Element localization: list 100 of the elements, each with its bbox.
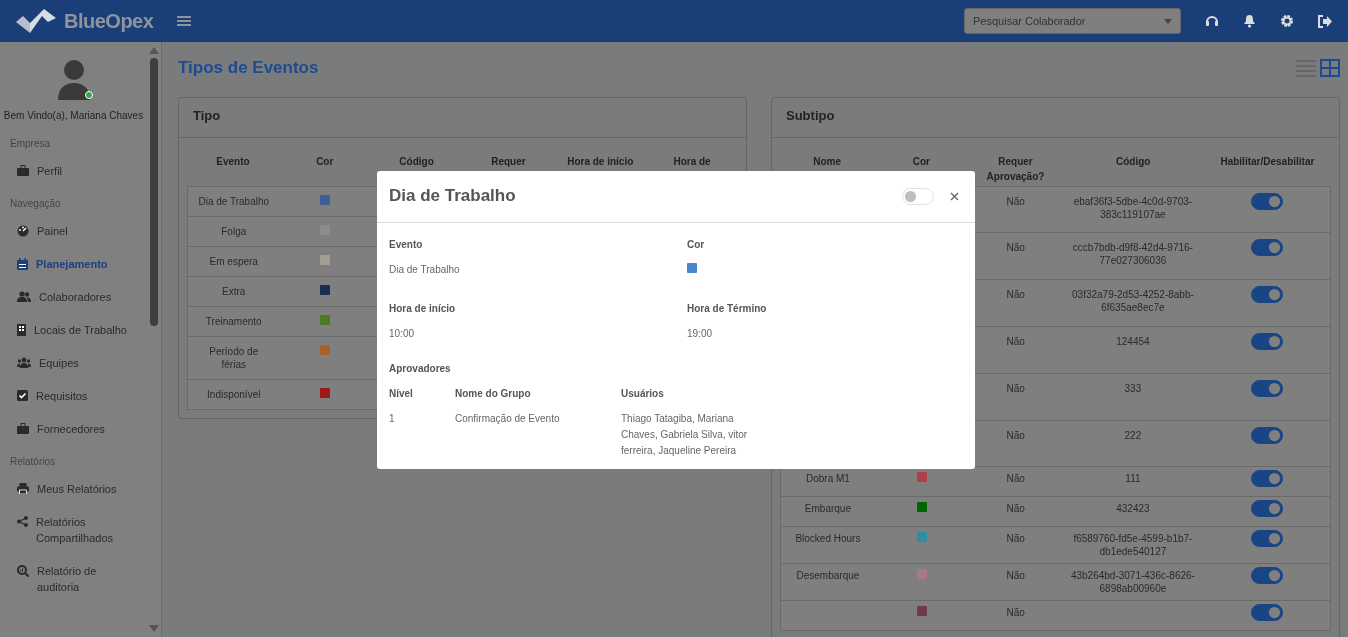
- nav-item[interactable]: Perfil: [0, 163, 147, 179]
- table-cell-text: ebaf36f3-5dbe-4c0d-9703-383c119107ae: [1072, 195, 1194, 221]
- scroll-down-icon[interactable]: [149, 625, 159, 633]
- column-header: Cor: [912, 155, 930, 169]
- table-cell: Treinamento: [205, 315, 262, 328]
- page-title: Tipos de Eventos: [178, 57, 319, 79]
- menu-icon[interactable]: [177, 15, 192, 27]
- table-cell: Dobra M1: [805, 473, 850, 484]
- card-title: Subtipo: [772, 98, 1339, 138]
- toggle-switch[interactable]: [1250, 427, 1283, 444]
- scroll-up-icon[interactable]: [149, 46, 159, 54]
- table-cell: Folga: [221, 225, 247, 238]
- column-header: Requer Aprovação?: [985, 155, 1046, 184]
- table-cell: 111: [1125, 472, 1141, 485]
- toggle-switch[interactable]: [1250, 500, 1283, 517]
- bell-icon[interactable]: [1243, 14, 1256, 28]
- column-header: Hora de início: [567, 156, 634, 167]
- table-cell: Dia de Trabalho: [198, 195, 270, 208]
- team-icon: [17, 357, 31, 368]
- checkbox-icon: [17, 390, 28, 401]
- toggle-switch[interactable]: [1250, 380, 1283, 397]
- calendar-icon: [17, 258, 28, 270]
- table-cell: Não: [1006, 289, 1025, 300]
- section-label: Aprovadores: [389, 362, 452, 376]
- table-cell-text: cccb7bdb-d9f8-42d4-9716-77e027306036: [1071, 241, 1194, 267]
- table-cell: Não: [1006, 533, 1025, 544]
- table-cell: Embarque: [804, 503, 851, 514]
- toggle-switch[interactable]: [1250, 567, 1283, 584]
- toggle-switch[interactable]: [1250, 193, 1283, 210]
- nav-item[interactable]: Colaboradores: [0, 289, 147, 305]
- field-value: Dia de Trabalho: [389, 264, 460, 275]
- toggle-switch[interactable]: [1250, 604, 1283, 621]
- toggle-switch[interactable]: [1250, 239, 1283, 256]
- table-cell: 222: [1124, 429, 1142, 442]
- grid-view-icon[interactable]: [1320, 59, 1340, 77]
- logout-icon[interactable]: [1318, 14, 1332, 28]
- table-cell: 124454: [1116, 335, 1150, 348]
- building-icon: [17, 324, 26, 336]
- field-value: 10:00: [389, 328, 415, 339]
- card-title: Tipo: [179, 98, 746, 138]
- table-cell: Não: [1006, 430, 1025, 441]
- table-cell: Confirmação de Evento: [455, 413, 560, 424]
- table-cell: Não: [1006, 570, 1025, 581]
- welcome-text: Bem Vindo(a), Mariana Chaves: [2, 109, 145, 123]
- table-cell: Não: [1006, 503, 1025, 514]
- field-label: Cor: [687, 238, 706, 252]
- column-header: Habilitar/Desabilitar: [1220, 155, 1315, 169]
- table-cell: Desembarque: [796, 570, 860, 581]
- table-cell: Não: [1006, 196, 1025, 207]
- field-label: Hora de Término: [687, 302, 768, 316]
- table-cell: Extra: [222, 285, 246, 298]
- share-icon: [17, 516, 28, 527]
- table-cell: Não: [1006, 473, 1025, 484]
- column-header: Requer: [491, 156, 526, 167]
- column-header: Evento: [216, 156, 250, 167]
- headset-icon[interactable]: [1205, 14, 1219, 28]
- toggle-switch[interactable]: [1250, 286, 1283, 303]
- briefcase-icon: [17, 165, 29, 176]
- printer-icon: [17, 483, 29, 494]
- nav-item[interactable]: Planejamento: [0, 256, 147, 272]
- modal-title: Dia de Trabalho: [389, 186, 516, 207]
- nav-item[interactable]: Locais de Trabalho: [0, 322, 147, 338]
- users-icon: [17, 291, 31, 302]
- section-label: Empresa: [9, 137, 51, 151]
- table-cell: Em espera: [209, 255, 258, 268]
- nav-item[interactable]: Equipes: [0, 355, 147, 371]
- nav-item[interactable]: Fornecedores: [0, 421, 147, 437]
- briefcase-icon: [17, 423, 29, 434]
- table-cell: 333: [1124, 382, 1142, 395]
- table-cell-text: 03f32a79-2d53-4252-8abb-6f635ae8ec7e: [1071, 288, 1195, 314]
- section-label: Navegação: [9, 197, 62, 211]
- nav-item[interactable]: Relatório de auditoria: [0, 563, 147, 595]
- toggle-switch[interactable]: [1250, 530, 1283, 547]
- table-cell: Não: [1006, 607, 1025, 618]
- column-header: Usuários: [621, 388, 664, 399]
- caret-icon: [1164, 18, 1172, 24]
- scrollbar-thumb[interactable]: [150, 58, 158, 326]
- table-cell-text: f6589760-fd5e-4599-b1b7-db1ede540127: [1072, 532, 1194, 558]
- nav-item[interactable]: Meus Relatórios: [0, 481, 147, 497]
- search-chart-icon: [17, 565, 29, 577]
- table-cell: Indisponível: [207, 388, 261, 401]
- field-label: Evento: [389, 238, 424, 252]
- brand-name: BlueOpex: [64, 9, 154, 34]
- table-cell: Não: [1006, 383, 1025, 394]
- section-label: Relatórios: [9, 455, 57, 469]
- column-header: Hora de: [673, 156, 711, 167]
- column-header: Código: [399, 156, 434, 167]
- dashboard-icon: [17, 225, 29, 237]
- table-cell: 1: [389, 413, 395, 424]
- nav-item[interactable]: Painel: [0, 223, 147, 239]
- close-icon[interactable]: [950, 192, 959, 201]
- toggle-switch[interactable]: [1250, 333, 1283, 350]
- nav-item[interactable]: Relatórios Compartilhados: [0, 514, 147, 546]
- table-cell: 43b264bd-3071-436c-8626-6898ab00960e: [1070, 569, 1196, 595]
- settings-icon[interactable]: [1280, 14, 1294, 28]
- table-cell-text: Período de férias: [208, 345, 260, 371]
- search-select[interactable]: Pesquisar Colaborador: [964, 8, 1181, 34]
- toggle-switch[interactable]: [1250, 470, 1283, 487]
- nav-item[interactable]: Requisitos: [0, 388, 147, 404]
- column-header: Nome do Grupo: [455, 388, 531, 399]
